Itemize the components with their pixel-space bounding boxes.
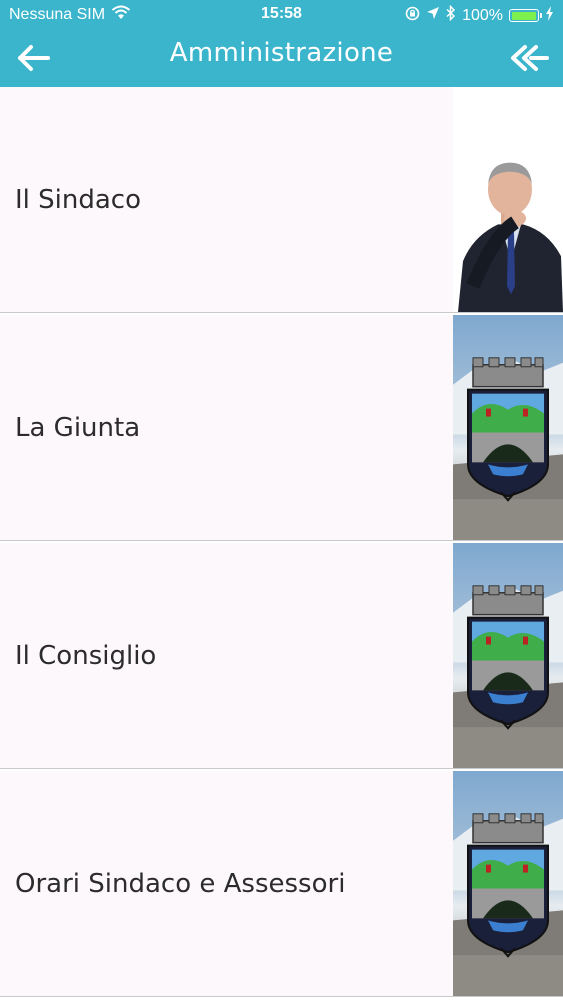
list-item-label: Il Consiglio xyxy=(15,640,157,671)
app-screen: Nessuna SIM 15:58 100% Amministrazione I… xyxy=(0,0,563,1000)
municipal-crest xyxy=(453,315,563,540)
charging-icon xyxy=(545,5,554,26)
list-item-orari-sindaco-e-assessori[interactable]: Orari Sindaco e Assessori xyxy=(0,771,563,997)
status-bar: Nessuna SIM 15:58 100% xyxy=(0,0,563,30)
list-item-label: Orari Sindaco e Assessori xyxy=(15,868,346,899)
bluetooth-icon xyxy=(446,4,456,26)
location-icon xyxy=(426,6,440,25)
list-item-la-giunta[interactable]: La Giunta xyxy=(0,315,563,541)
home-button[interactable] xyxy=(507,40,551,76)
municipal-crest xyxy=(453,543,563,768)
navigation-header: Amministrazione xyxy=(0,30,563,87)
battery-percent: 100% xyxy=(462,6,503,24)
battery-fill xyxy=(511,11,536,20)
status-right: 100% xyxy=(405,4,554,26)
back-button[interactable] xyxy=(14,40,54,76)
double-chevron-left-icon xyxy=(511,45,549,71)
top-bar: Nessuna SIM 15:58 100% Amministrazione xyxy=(0,0,563,87)
arrow-left-icon xyxy=(18,45,50,71)
list-item-il-sindaco[interactable]: Il Sindaco xyxy=(0,87,563,313)
mayor-portrait xyxy=(453,87,563,312)
municipal-crest xyxy=(453,771,563,996)
list-item-label: La Giunta xyxy=(15,412,141,443)
menu-list: Il Sindaco La Giunta Il Consiglio Orari … xyxy=(0,87,563,1000)
list-item-il-consiglio[interactable]: Il Consiglio xyxy=(0,543,563,769)
rotation-lock-icon xyxy=(405,6,420,26)
page-title: Amministrazione xyxy=(169,38,394,68)
battery-icon xyxy=(509,9,542,22)
list-item-label: Il Sindaco xyxy=(15,184,142,215)
